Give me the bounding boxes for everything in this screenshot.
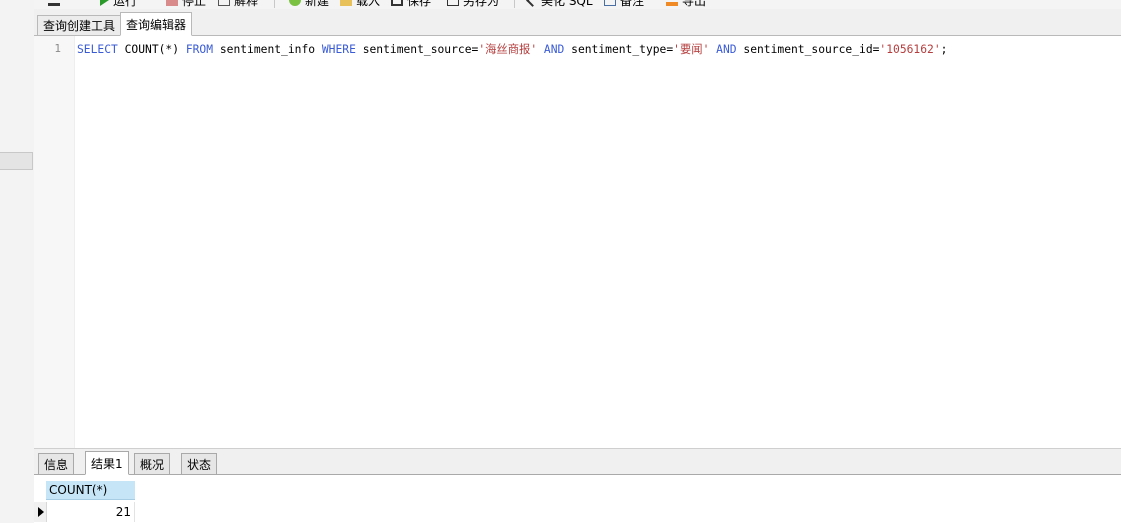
run-button[interactable]: 运行 xyxy=(100,0,137,8)
beautify-label: 美化 SQL xyxy=(541,0,593,8)
save-label: 保存 xyxy=(407,0,432,8)
sql-editor[interactable]: 1 SELECT COUNT(*) FROM sentiment_info WH… xyxy=(34,36,1121,449)
table-cell[interactable]: 21 xyxy=(46,502,135,522)
string-source-value: '海丝商报' xyxy=(478,43,538,56)
toolbar-separator xyxy=(274,0,275,8)
tab-status[interactable]: 状态 xyxy=(181,453,218,475)
keyword-from: FROM xyxy=(185,43,214,56)
explain-icon xyxy=(218,0,230,6)
save-icon xyxy=(391,0,403,6)
left-panel-strip xyxy=(0,0,35,523)
toolbar-separator xyxy=(514,0,515,8)
tab-query-editor[interactable]: 查询编辑器 xyxy=(120,12,193,36)
explain-button[interactable]: 解释 xyxy=(218,0,258,8)
table-name: sentiment_info xyxy=(213,43,322,56)
line-number: 1 xyxy=(54,42,61,55)
stop-label: 停止 xyxy=(182,0,207,8)
new-icon xyxy=(289,0,301,6)
keyword-where: WHERE xyxy=(321,43,356,56)
save-as-button[interactable]: 另存为 xyxy=(447,0,499,8)
statement-terminator: ; xyxy=(940,43,948,56)
string-source-id-value: '1056162' xyxy=(879,43,941,56)
current-row-arrow-icon xyxy=(38,507,44,517)
beautify-sql-button[interactable]: 美化 SQL xyxy=(526,0,593,8)
sql-code-line[interactable]: SELECT COUNT(*) FROM sentiment_info WHER… xyxy=(77,41,947,57)
note-label: 备注 xyxy=(620,0,645,8)
new-label: 新建 xyxy=(305,0,330,8)
result-grid: COUNT(*) 21 xyxy=(34,475,1121,523)
run-label: 运行 xyxy=(113,0,138,8)
beautify-icon xyxy=(526,0,539,7)
column-sentiment-type: sentiment_type= xyxy=(564,43,674,56)
editor-tabbar: 查询创建工具 查询编辑器 xyxy=(34,9,1121,36)
new-button[interactable]: 新建 xyxy=(289,0,329,8)
load-label: 载入 xyxy=(356,0,381,8)
save-button[interactable]: 保存 xyxy=(391,0,431,8)
result-tabbar: 信息 结果1 概况 状态 xyxy=(34,449,1121,475)
line-number-gutter: 1 xyxy=(34,36,75,448)
stop-icon xyxy=(166,0,178,6)
column-header-count[interactable]: COUNT(*) xyxy=(46,481,135,500)
keyword-and: AND xyxy=(709,43,737,56)
count-expression: COUNT(*) xyxy=(117,43,186,56)
column-sentiment-source-id: sentiment_source_id= xyxy=(736,43,880,56)
folder-icon xyxy=(340,0,352,6)
export-button[interactable]: 导出 xyxy=(666,0,706,8)
tab-profile[interactable]: 概况 xyxy=(134,453,171,475)
save-as-icon xyxy=(447,0,459,6)
panel-collapse-handle[interactable] xyxy=(0,152,33,170)
tab-info[interactable]: 信息 xyxy=(38,453,75,475)
export-label: 导出 xyxy=(682,0,707,8)
play-icon xyxy=(100,0,109,6)
note-button[interactable]: 备注 xyxy=(604,0,644,8)
string-type-value: '要闻' xyxy=(673,43,710,56)
toolbar-menu-icon[interactable] xyxy=(48,0,64,8)
tab-result-1[interactable]: 结果1 xyxy=(85,451,129,475)
tab-query-builder[interactable]: 查询创建工具 xyxy=(37,15,122,36)
explain-label: 解释 xyxy=(234,0,259,8)
keyword-select: SELECT xyxy=(77,43,118,56)
column-sentiment-source: sentiment_source= xyxy=(355,43,479,56)
note-icon xyxy=(604,0,616,6)
load-button[interactable]: 载入 xyxy=(340,0,380,8)
export-icon xyxy=(666,2,678,6)
keyword-and: AND xyxy=(537,43,565,56)
save-as-label: 另存为 xyxy=(463,0,500,8)
stop-button[interactable]: 停止 xyxy=(166,0,206,8)
